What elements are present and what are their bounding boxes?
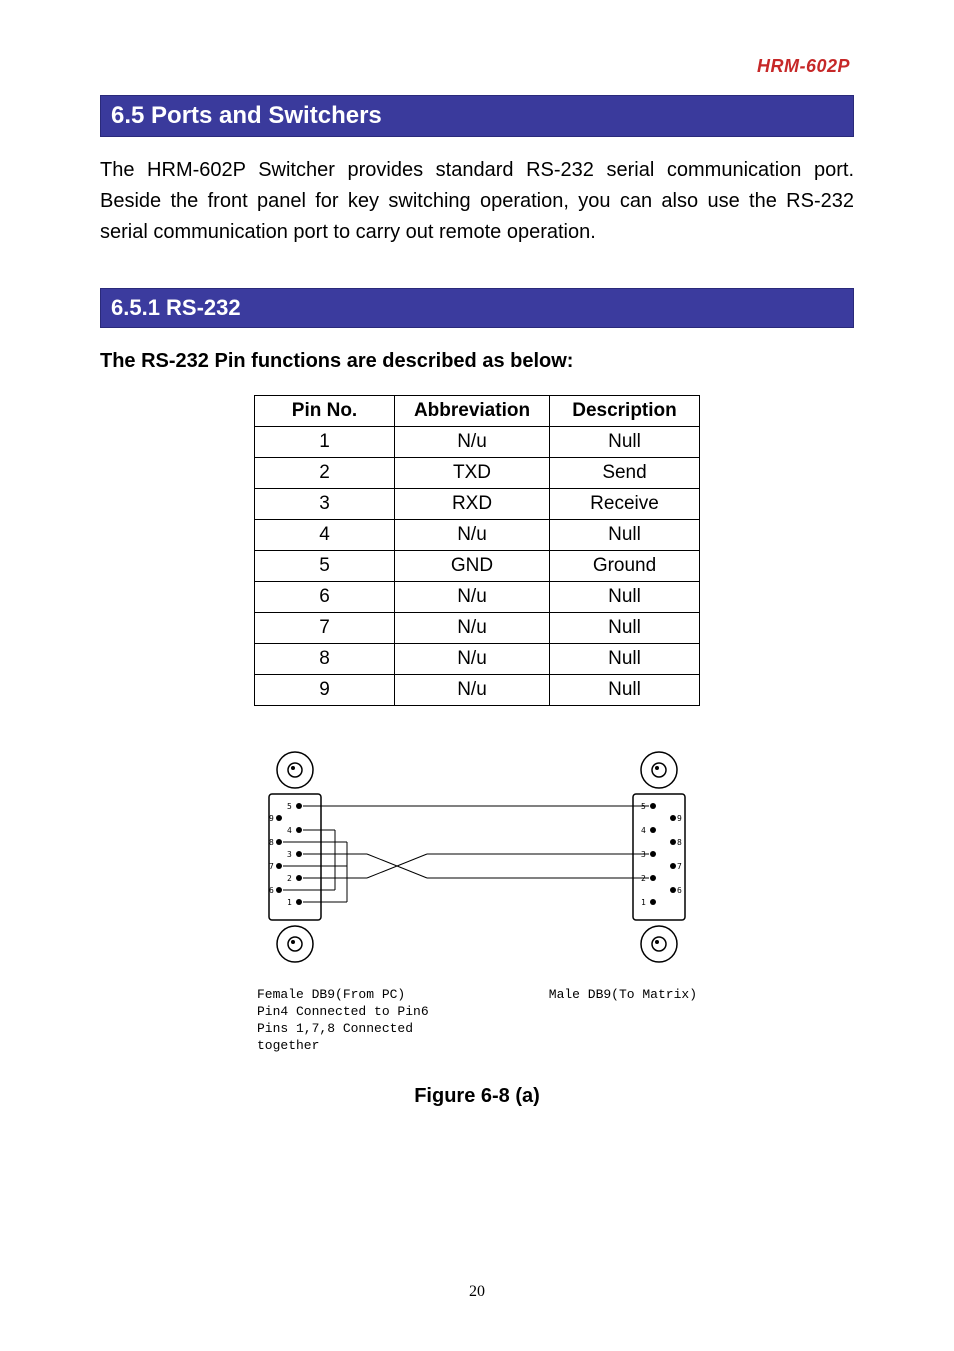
table-row: 7N/uNull — [255, 613, 700, 644]
table-row: 5GNDGround — [255, 551, 700, 582]
female-caption-line2: Pin4 Connected to Pin6 — [257, 1004, 467, 1021]
cell: 9 — [255, 675, 395, 706]
svg-text:2: 2 — [287, 874, 292, 883]
svg-text:6: 6 — [269, 886, 274, 895]
svg-text:8: 8 — [269, 838, 274, 847]
th-desc: Description — [550, 396, 700, 427]
male-connector-icon: 5 4 3 2 1 9 8 7 6 — [633, 752, 685, 962]
intro-paragraph: The HRM-602P Switcher provides standard … — [100, 155, 854, 248]
female-connector-icon: 5 4 3 2 1 9 8 7 6 — [269, 752, 321, 962]
cell: Null — [550, 613, 700, 644]
svg-text:3: 3 — [287, 850, 292, 859]
cell: 1 — [255, 427, 395, 458]
pin-table: Pin No. Abbreviation Description 1N/uNul… — [254, 395, 700, 706]
svg-text:4: 4 — [287, 826, 292, 835]
cell: 4 — [255, 520, 395, 551]
table-intro: The RS-232 Pin functions are described a… — [100, 350, 854, 373]
th-pin-no: Pin No. — [255, 396, 395, 427]
cell: N/u — [395, 582, 550, 613]
header-model: HRM-602P — [100, 56, 854, 77]
table-row: 8N/uNull — [255, 644, 700, 675]
female-caption-line3: Pins 1,7,8 Connected together — [257, 1021, 467, 1055]
svg-text:1: 1 — [287, 898, 292, 907]
table-row: 1N/uNull — [255, 427, 700, 458]
cell: N/u — [395, 427, 550, 458]
cell: N/u — [395, 675, 550, 706]
cell: 2 — [255, 458, 395, 489]
subsection-title-bar: 6.5.1 RS-232 — [100, 288, 854, 328]
page-number: 20 — [0, 1283, 954, 1301]
cell: Null — [550, 427, 700, 458]
section-title-bar: 6.5 Ports and Switchers — [100, 95, 854, 137]
cell: Receive — [550, 489, 700, 520]
cell: GND — [395, 551, 550, 582]
db9-svg: 5 4 3 2 1 9 8 7 6 5 — [257, 746, 697, 976]
figure-label: Figure 6-8 (a) — [100, 1085, 854, 1108]
table-row: 9N/uNull — [255, 675, 700, 706]
cell: Null — [550, 644, 700, 675]
cell: N/u — [395, 520, 550, 551]
svg-text:6: 6 — [677, 886, 682, 895]
table-row: 3RXDReceive — [255, 489, 700, 520]
svg-text:8: 8 — [677, 838, 682, 847]
cell: 6 — [255, 582, 395, 613]
cell: Send — [550, 458, 700, 489]
table-row: 6N/uNull — [255, 582, 700, 613]
cell: 8 — [255, 644, 395, 675]
table-header-row: Pin No. Abbreviation Description — [255, 396, 700, 427]
table-row: 2TXDSend — [255, 458, 700, 489]
cell: N/u — [395, 644, 550, 675]
cell: 3 — [255, 489, 395, 520]
th-abbrev: Abbreviation — [395, 396, 550, 427]
cell: Null — [550, 675, 700, 706]
cell: Null — [550, 520, 700, 551]
cell: N/u — [395, 613, 550, 644]
cell: 5 — [255, 551, 395, 582]
female-caption-line1: Female DB9(From PC) — [257, 987, 467, 1004]
cell: TXD — [395, 458, 550, 489]
table-row: 4N/uNull — [255, 520, 700, 551]
svg-text:9: 9 — [677, 814, 682, 823]
cell: Ground — [550, 551, 700, 582]
svg-text:7: 7 — [677, 862, 682, 871]
db9-diagram: 5 4 3 2 1 9 8 7 6 5 — [257, 746, 697, 1055]
svg-text:4: 4 — [641, 826, 646, 835]
male-caption: Male DB9(To Matrix) — [549, 987, 697, 1055]
svg-text:9: 9 — [269, 814, 274, 823]
cell: RXD — [395, 489, 550, 520]
female-caption: Female DB9(From PC) Pin4 Connected to Pi… — [257, 987, 467, 1055]
cell: Null — [550, 582, 700, 613]
cell: 7 — [255, 613, 395, 644]
wiring-lines — [283, 806, 649, 902]
svg-text:5: 5 — [287, 802, 292, 811]
svg-text:7: 7 — [269, 862, 274, 871]
svg-text:1: 1 — [641, 898, 646, 907]
